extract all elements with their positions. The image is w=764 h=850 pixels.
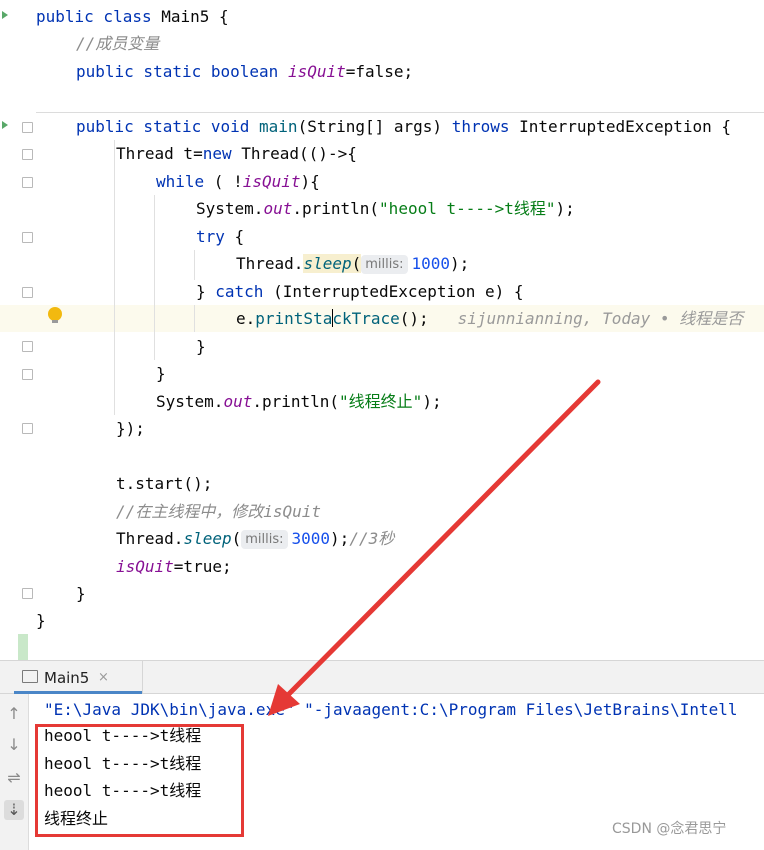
watermark: CSDN @念君思宁	[612, 821, 727, 837]
annotation-arrow	[268, 379, 601, 716]
arrow-shaft	[280, 379, 601, 703]
